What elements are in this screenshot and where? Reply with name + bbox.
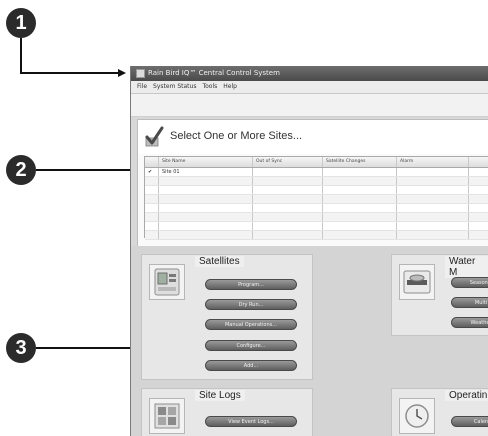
operating-label: Operatin <box>445 390 488 401</box>
sites-heading: Select One or More Sites... <box>170 130 303 142</box>
water-management-label: Water M <box>445 256 488 278</box>
site-logs-label: Site Logs <box>195 390 245 401</box>
sites-grid: Site Name Out of Sync Satellite Changes … <box>144 156 488 240</box>
satellites-label: Satellites <box>195 256 244 267</box>
window-title: Rain Bird IQ™ Central Control System <box>148 69 280 77</box>
menu-file[interactable]: File <box>137 83 147 90</box>
grid-header: Site Name Out of Sync Satellite Changes … <box>145 157 488 168</box>
logs-icon <box>149 398 185 434</box>
column-header-site-name[interactable]: Site Name <box>159 157 253 167</box>
checkmark-icon <box>145 126 164 147</box>
menu-tools[interactable]: Tools <box>202 83 217 90</box>
app-window: Rain Bird IQ™ Central Control System Fil… <box>130 66 488 436</box>
row-extra <box>469 168 488 176</box>
table-row-empty <box>145 204 488 213</box>
row-out-of-sync <box>253 168 323 176</box>
clock-icon <box>399 398 435 434</box>
callout-1-line-horizontal <box>20 72 120 74</box>
app-icon <box>136 68 145 78</box>
callout-2: 2 <box>6 155 36 185</box>
table-row-empty <box>145 177 488 186</box>
configure-button[interactable]: Configure... <box>205 340 297 351</box>
row-checkbox[interactable]: ✔ <box>145 168 159 176</box>
callout-2-line <box>36 169 132 171</box>
column-header-out-of-sync[interactable]: Out of Sync <box>253 157 323 167</box>
row-alarm <box>397 168 469 176</box>
title-bar[interactable]: Rain Bird IQ™ Central Control System <box>131 66 488 81</box>
callout-1-line-vertical <box>20 38 22 74</box>
water-button-2[interactable]: Multi <box>451 297 488 308</box>
menu-help[interactable]: Help <box>223 83 237 90</box>
sites-header: Select One or More Sites... <box>138 120 488 154</box>
column-header-alarm[interactable]: Alarm <box>397 157 469 167</box>
menu-bar: File System Status Tools Help <box>131 81 488 94</box>
calendar-button[interactable]: Calen <box>451 416 488 427</box>
satellite-controller-icon <box>149 264 185 300</box>
row-site-name: Site 01 <box>159 168 253 176</box>
callout-1-arrowhead <box>118 69 126 77</box>
callout-3: 3 <box>6 333 36 363</box>
column-header-extra[interactable] <box>469 157 488 167</box>
program-button[interactable]: Program... <box>205 279 297 290</box>
menu-system-status[interactable]: System Status <box>153 83 196 90</box>
dry-run-button[interactable]: Dry Run... <box>205 299 297 310</box>
row-satellite-changes <box>323 168 397 176</box>
water-meter-icon <box>399 264 435 300</box>
column-header-satellite-changes[interactable]: Satellite Changes <box>323 157 397 167</box>
table-row-empty <box>145 195 488 204</box>
view-event-logs-button[interactable]: View Event Logs... <box>205 416 297 427</box>
add-button[interactable]: Add... <box>205 360 297 371</box>
actions-area: Satellites Program... Dry Run... Manual … <box>131 246 488 436</box>
table-row-empty <box>145 231 488 240</box>
manual-operations-button[interactable]: Manual Operations... <box>205 319 297 330</box>
table-row-empty <box>145 186 488 195</box>
table-row[interactable]: ✔ Site 01 <box>145 168 488 177</box>
table-row-empty <box>145 213 488 222</box>
table-row-empty <box>145 222 488 231</box>
water-button-3[interactable]: Weather <box>451 317 488 328</box>
callout-1: 1 <box>6 8 36 38</box>
column-header-select[interactable] <box>145 157 159 167</box>
toolbar <box>131 94 488 117</box>
water-button-1[interactable]: Seasonal <box>451 277 488 288</box>
